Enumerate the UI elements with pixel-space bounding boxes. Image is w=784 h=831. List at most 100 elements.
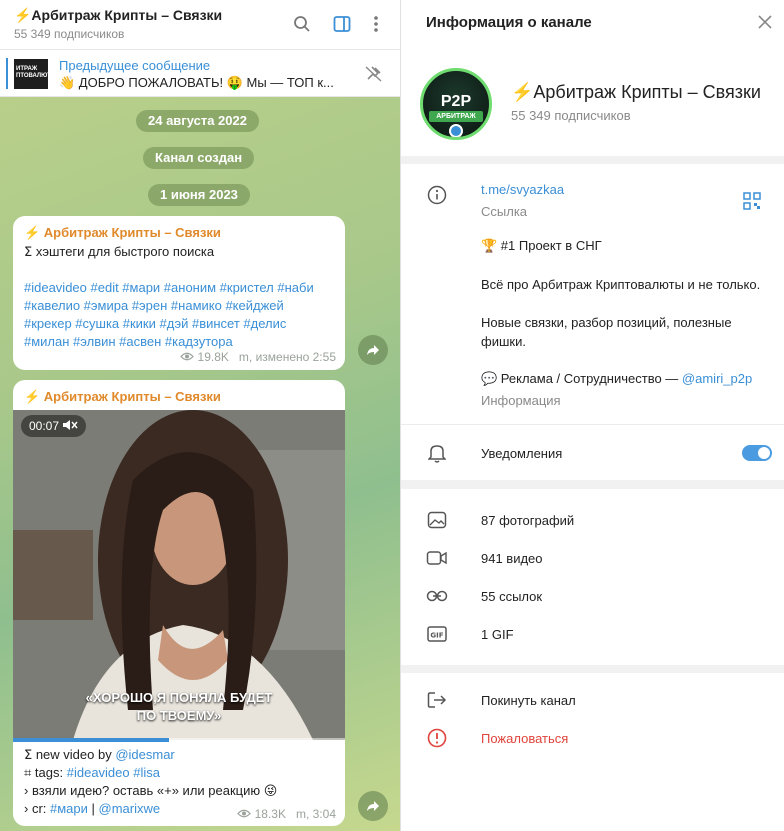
text-part: › cr: [24, 801, 50, 816]
forward-icon [367, 345, 379, 355]
message-time: m, изменено 2:55 [238, 350, 336, 364]
service-message: Канал создан [143, 147, 255, 169]
svg-text:GIF: GIF [430, 632, 443, 640]
hashtag-line[interactable]: #кавелио #эмира #эрен #намико #кейджей [24, 298, 284, 313]
unpin-icon[interactable] [362, 62, 386, 86]
gifs-count[interactable]: 1 GIF [481, 627, 514, 642]
channel-info-panel: Информация о канале P2P АРБИТРАЖ ⚡️Арбит… [400, 0, 784, 831]
eye-icon [180, 350, 197, 364]
pinned-message-bar[interactable]: ИТРАЖ ПТОВАЛЮТ Предыдущее сообщение 👋 ДО… [0, 50, 400, 97]
share-button[interactable] [358, 335, 388, 365]
leave-icon [426, 689, 448, 711]
message-text: ⵉ хэштеги для быстрого поиска [24, 244, 215, 259]
video-progress-bar[interactable] [13, 738, 345, 742]
video-duration-badge[interactable]: 00:07 [21, 415, 87, 437]
channel-subscribers: 55 349 подписчиков [511, 108, 631, 123]
message-meta: 18.3K m, 3:04 [237, 807, 336, 821]
gif-icon: GIF [426, 623, 448, 645]
mention-link[interactable]: @marixwe [99, 801, 161, 816]
description-text: Всё про Арбитраж Криптовалюты и не тольк… [481, 277, 761, 292]
mute-icon[interactable] [62, 419, 78, 433]
toggle-knob [758, 447, 770, 459]
report-button[interactable]: Пожаловаться [481, 731, 568, 746]
channel-avatar[interactable]: P2P АРБИТРАЖ [420, 68, 492, 140]
pinned-thumbnail: ИТРАЖ ПТОВАЛЮТ [14, 59, 48, 89]
avatar-subtext: АРБИТРАЖ [429, 111, 483, 122]
hashtag-line[interactable]: #ideavideo #edit #мари #аноним #кристел … [24, 280, 314, 295]
video-icon [426, 547, 448, 569]
leave-channel-button[interactable]: Покинуть канал [481, 693, 576, 708]
notifications-toggle[interactable] [742, 445, 772, 461]
video-duration: 00:07 [29, 419, 60, 433]
search-icon[interactable] [290, 12, 314, 36]
video-subtitle: «ХОРОШО,Я ПОНЯЛА БУДЕТ [85, 690, 273, 705]
video-player[interactable]: 00:07 «ХОРОШО,Я ПОНЯЛА БУДЕТ ПО ТВОЕМУ» [13, 410, 345, 740]
view-count: 18.3K [254, 807, 286, 821]
pinned-indicator [6, 58, 8, 89]
message-time: m, 3:04 [295, 807, 336, 821]
channel-name: ⚡️Арбитраж Крипты – Связки [511, 82, 761, 102]
date-separator: 1 июня 2023 [148, 184, 250, 206]
video-subtitle: ПО ТВОЕМУ» [136, 708, 222, 723]
text-part: | [87, 801, 99, 816]
notifications-label: Уведомления [481, 446, 563, 461]
photo-icon [426, 509, 448, 531]
chat-title[interactable]: ⚡️Арбитраж Крипты – Связки [14, 7, 222, 24]
videos-count[interactable]: 941 видео [481, 551, 543, 566]
avatar-text: P2P [440, 93, 472, 110]
text-part: 💬 Реклама / Сотрудничество — [481, 371, 682, 386]
text-part: ⵉ new video by [24, 747, 116, 762]
hashtag-link[interactable]: #ideavideo #lisa [67, 765, 160, 780]
message-text: ⌗ tags: #ideavideo #lisa [24, 765, 160, 781]
message-author[interactable]: ⚡️ Арбитраж Крипты – Связки [24, 389, 221, 405]
close-icon[interactable] [757, 14, 777, 34]
links-count[interactable]: 55 ссылок [481, 589, 542, 604]
actions-card: Покинуть канал Пожаловаться [401, 673, 784, 831]
description-text: Новые связки, разбор позиций, полезные ф… [481, 315, 732, 349]
forward-icon [367, 801, 379, 811]
hashtag-line[interactable]: #милан #элвин #асвен #кадзутора [24, 334, 233, 349]
message-text: › cr: #мари | @marixwe [24, 801, 160, 816]
mention-link[interactable]: @idesmar [115, 747, 174, 762]
pinned-text: 👋 ДОБРО ПОЖАЛОВАТЬ! 🤑 Мы — ТОП к... [59, 75, 334, 90]
eye-icon [237, 807, 254, 821]
info-icon [426, 184, 448, 206]
panel-title: Информация о канале [426, 14, 592, 31]
date-separator: 24 августа 2022 [136, 110, 259, 132]
ads-contact-link[interactable]: @amiri_p2p [682, 371, 752, 386]
message-text: › взяли идею? оставь «+» или реакцию 😜 [24, 783, 278, 798]
sidebar-toggle-icon[interactable] [330, 12, 354, 36]
description-line: 🏆 #1 Проект в СНГ [481, 238, 602, 253]
qr-code-icon[interactable] [741, 190, 763, 212]
report-icon [426, 727, 448, 749]
channel-link[interactable]: t.me/svyazkaa [481, 182, 564, 197]
info-details-card: t.me/svyazkaa Ссылка 🏆 #1 Проект в СНГ В… [401, 164, 784, 480]
message-bubble[interactable]: ⚡️ Арбитраж Крипты – Связки 00:07 «ХОРОШ… [13, 380, 345, 826]
message-author[interactable]: ⚡️ Арбитраж Крипты – Связки [24, 225, 221, 241]
link-label: Ссылка [481, 204, 528, 219]
message-bubble[interactable]: ⚡️ Арбитраж Крипты – Связки ⵉ хэштеги дл… [13, 216, 345, 370]
hashtag-link[interactable]: #мари [50, 801, 88, 816]
chat-header[interactable]: ⚡️Арбитраж Крипты – Связки 55 349 подпис… [0, 0, 400, 50]
bell-icon [426, 442, 448, 464]
info-label: Информация [481, 393, 561, 408]
message-meta: 19.8K m, изменено 2:55 [180, 350, 336, 364]
share-button[interactable] [358, 791, 388, 821]
message-text: ⵉ new video by @idesmar [24, 747, 175, 763]
text-part: ⌗ tags: [24, 765, 67, 780]
info-header-card: Информация о канале P2P АРБИТРАЖ ⚡️Арбит… [401, 0, 784, 156]
photos-count[interactable]: 87 фотографий [481, 513, 574, 528]
media-card: 87 фотографий 941 видео 55 ссылок GIF 1 … [401, 489, 784, 665]
ads-line: 💬 Реклама / Сотрудничество — @amiri_p2p [481, 371, 752, 387]
chat-panel: ⚡️Арбитраж Крипты – Связки 55 349 подпис… [0, 0, 400, 831]
pinned-title: Предыдущее сообщение [59, 58, 211, 73]
chat-subscribers: 55 349 подписчиков [14, 27, 125, 41]
divider [401, 424, 784, 425]
hashtag-line[interactable]: #крекер #сушка #кики #дэй #винсет #делис [24, 316, 286, 331]
link-icon [426, 585, 448, 607]
view-count: 19.8K [197, 350, 229, 364]
more-menu-icon[interactable] [364, 12, 388, 36]
verified-badge-icon [449, 124, 463, 137]
video-progress-fill [13, 738, 170, 742]
chat-background: 24 августа 2022 Канал создан 1 июня 2023… [0, 97, 400, 831]
